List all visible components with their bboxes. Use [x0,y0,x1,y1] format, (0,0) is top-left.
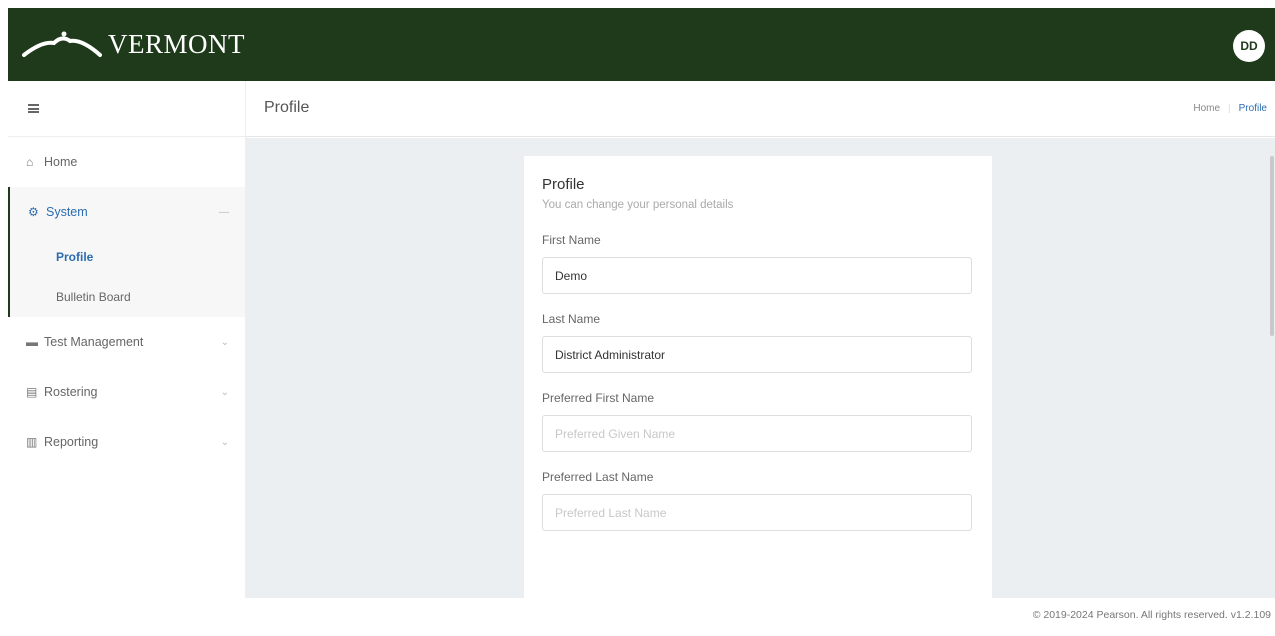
page-title: Profile [264,99,310,116]
chevron-up-icon: — [219,206,229,218]
preferred-first-name-field[interactable] [542,415,972,452]
hamburger-icon [28,104,39,113]
sidebar-subitem-bulletin-board[interactable]: Bulletin Board [10,277,245,317]
preferred-last-name-label: Preferred Last Name [542,470,654,484]
profile-card-subtitle: You can change your personal details [542,199,734,211]
folder-icon: ▬ [26,335,38,349]
sidebar-item-home[interactable]: ⌂ Home [8,137,245,187]
breadcrumb-separator: | [1228,103,1231,114]
sidebar-toggle[interactable] [8,81,245,137]
sidebar-item-label: System [46,205,88,219]
sidebar-group-system: ⚙ System — Profile Bulletin Board [8,187,245,317]
chevron-down-icon: ⌄ [220,386,229,398]
sidebar-item-label: Home [44,155,78,169]
mountain-logo-icon [22,31,102,57]
sidebar-item-rostering[interactable]: ▤ Rostering ⌄ [8,367,245,417]
sidebar-item-test-management[interactable]: ▬ Test Management ⌄ [8,317,245,367]
sidebar-item-label: Rostering [44,385,98,399]
clipboard-icon: ▤ [26,385,38,399]
sidebar-item-label: Test Management [44,335,144,349]
main-content: Profile You can change your personal det… [246,138,1275,598]
app-frame: VERMONT DD ⌂ Home ⚙ System — Profile Bul… [8,8,1275,636]
top-bar: VERMONT DD [8,8,1275,81]
preferred-last-name-field[interactable] [542,494,972,531]
sidebar-item-label: Reporting [44,435,99,449]
preferred-first-name-label: Preferred First Name [542,391,655,405]
first-name-label: First Name [542,233,601,247]
sidebar-item-reporting[interactable]: ▥ Reporting ⌄ [8,417,245,467]
content-scrollbar[interactable] [1270,156,1274,336]
user-avatar[interactable]: DD [1233,30,1265,62]
chevron-down-icon: ⌄ [220,336,229,348]
copyright-text: © 2019-2024 Pearson. All rights reserved… [1032,609,1271,621]
home-icon: ⌂ [26,155,34,169]
sidebar-subitem-profile[interactable]: Profile [10,237,245,277]
sidebar-item-system[interactable]: ⚙ System — [10,187,245,237]
breadcrumb: Home | Profile [1193,103,1267,114]
profile-card-title: Profile [542,176,585,193]
chart-icon: ▥ [26,435,38,449]
sidebar: ⌂ Home ⚙ System — Profile Bulletin Board… [8,81,246,598]
gear-icon: ⚙ [28,205,39,219]
brand-name: VERMONT [108,28,245,59]
last-name-label: Last Name [542,312,601,326]
chevron-down-icon: ⌄ [220,436,229,448]
page-header: Profile Home | Profile [246,81,1275,137]
first-name-field[interactable] [542,257,972,294]
profile-card: Profile You can change your personal det… [524,156,992,598]
footer: © 2019-2024 Pearson. All rights reserved… [8,598,1275,636]
breadcrumb-current: Profile [1238,103,1267,114]
last-name-field[interactable] [542,336,972,373]
vermont-logo[interactable]: VERMONT [22,22,245,66]
breadcrumb-home-link[interactable]: Home [1193,103,1220,114]
